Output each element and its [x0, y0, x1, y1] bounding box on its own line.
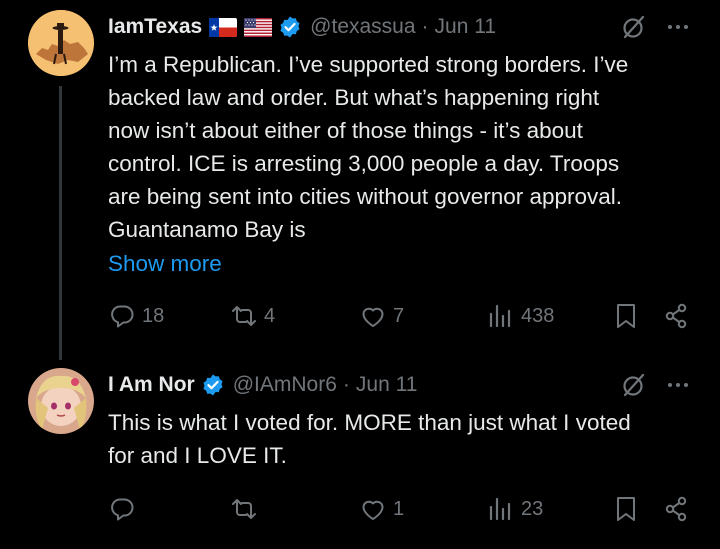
more-icon[interactable]: [664, 371, 692, 399]
verified-badge-icon[interactable]: [278, 15, 302, 39]
timestamp[interactable]: Jun 11: [435, 15, 497, 39]
tweet-text-line: are being sent into cities without gover…: [108, 184, 623, 209]
views-count: 438: [521, 304, 555, 327]
tweet-text-line: for and I LOVE IT.: [108, 443, 287, 468]
tweet-text: This is what I voted for. MORE than just…: [108, 406, 708, 472]
share-button[interactable]: [662, 299, 690, 333]
timestamp[interactable]: Jun 11: [356, 373, 418, 397]
display-name[interactable]: IamTexas: [108, 15, 202, 39]
action-bar: 18 4 7 438: [0, 299, 720, 333]
like-button[interactable]: 1: [359, 492, 404, 526]
views-count: 23: [521, 497, 544, 520]
avatar[interactable]: [28, 10, 94, 76]
show-more-link[interactable]: Show more: [108, 247, 222, 280]
us-flag-icon: [244, 17, 273, 37]
retweet-button[interactable]: [230, 492, 264, 526]
reply-button[interactable]: 18: [108, 299, 164, 333]
tweet-header: IamTexas @texassua · Jun 11: [108, 11, 496, 43]
grok-icon[interactable]: [619, 13, 647, 41]
like-count: 1: [393, 497, 405, 520]
texas-flag-icon: [209, 17, 238, 37]
display-name[interactable]: I Am Nor: [108, 373, 195, 397]
retweet-count: 4: [264, 304, 276, 327]
tweet-text-line: I’m a Republican. I’ve supported strong …: [108, 52, 629, 77]
handle[interactable]: @IAmNor6: [233, 373, 337, 397]
separator-dot: ·: [342, 373, 350, 396]
reply-button[interactable]: [108, 492, 142, 526]
more-icon[interactable]: [664, 13, 692, 41]
retweet-button[interactable]: 4: [230, 299, 275, 333]
avatar[interactable]: [28, 368, 94, 434]
like-count: 7: [393, 304, 405, 327]
reply-count: 18: [142, 304, 165, 327]
tweet-header: I Am Nor @IAmNor6 · Jun 11: [108, 369, 417, 401]
tweet-text: I’m a Republican. I’ve supported strong …: [108, 48, 708, 246]
action-bar: 1 23: [0, 492, 720, 526]
verified-badge-icon[interactable]: [201, 373, 225, 397]
views-button[interactable]: 438: [487, 299, 554, 333]
tweet-text-line: backed law and order. But what’s happeni…: [108, 85, 600, 110]
bookmark-button[interactable]: [612, 299, 640, 333]
tweet[interactable]: I Am Nor @IAmNor6 · Jun 11 This is what …: [0, 355, 720, 549]
tweet-text-line: control. ICE is arresting 3,000 people a…: [108, 151, 620, 176]
grok-icon[interactable]: [619, 371, 647, 399]
bookmark-button[interactable]: [612, 492, 640, 526]
views-button[interactable]: 23: [487, 492, 543, 526]
tweet-text-line: This is what I voted for. MORE than just…: [108, 410, 631, 435]
handle[interactable]: @texassua: [310, 15, 415, 39]
like-button[interactable]: 7: [359, 299, 404, 333]
tweet-text-line: Guantanamo Bay is: [108, 217, 306, 242]
tweet[interactable]: IamTexas @texassua · Jun 11 I’m a Republ…: [0, 0, 720, 360]
share-button[interactable]: [662, 492, 690, 526]
separator-dot: ·: [421, 15, 429, 38]
tweet-text-line: now isn’t about either of those things -…: [108, 118, 583, 143]
